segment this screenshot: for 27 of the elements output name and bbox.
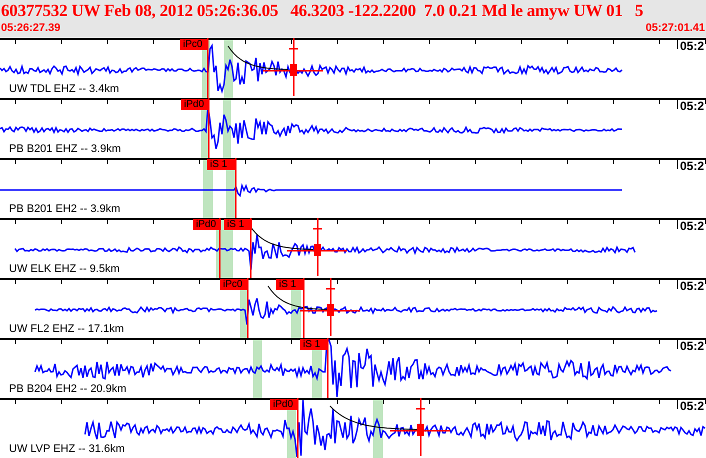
end-time: 05:27:01.41: [646, 22, 705, 35]
pick-label[interactable]: iPd0: [181, 99, 209, 110]
pick-label[interactable]: iS 1: [276, 279, 304, 290]
time-label: 05:2: [680, 340, 704, 353]
pick-label[interactable]: iS 1: [224, 219, 252, 230]
coda-curve: [268, 286, 328, 310]
time-label: 05:2: [680, 280, 704, 293]
pick-window-band: [253, 338, 262, 398]
coda-curve: [228, 46, 288, 70]
amplitude-marker: [390, 398, 450, 456]
start-time: 05:26:27.39: [1, 22, 60, 35]
time-label: 05:2: [680, 400, 704, 413]
time-label: 05:2: [680, 160, 704, 173]
time-label: 05:2: [680, 220, 704, 233]
pick-label[interactable]: iS 1: [300, 339, 328, 350]
pick-label[interactable]: iS 1: [207, 159, 235, 170]
pick-label[interactable]: iPc0: [180, 39, 208, 50]
amplitude-marker: [287, 218, 347, 276]
event-title: 60377532 UW Feb 08, 2012 05:26:36.05 46.3203 -122.2200 7.0 0.21 Md le amyw UW 01 5: [0, 0, 644, 22]
coda-curve: [250, 226, 314, 250]
pick-label[interactable]: iPd0: [193, 219, 221, 230]
time-label: 05:2: [680, 100, 704, 113]
pick-marker-line: [235, 158, 236, 218]
amplitude-marker: [263, 38, 323, 96]
pick-label[interactable]: iPc0: [220, 279, 248, 290]
pick-label[interactable]: iPd0: [270, 399, 298, 410]
time-label: 05:2: [680, 40, 704, 53]
